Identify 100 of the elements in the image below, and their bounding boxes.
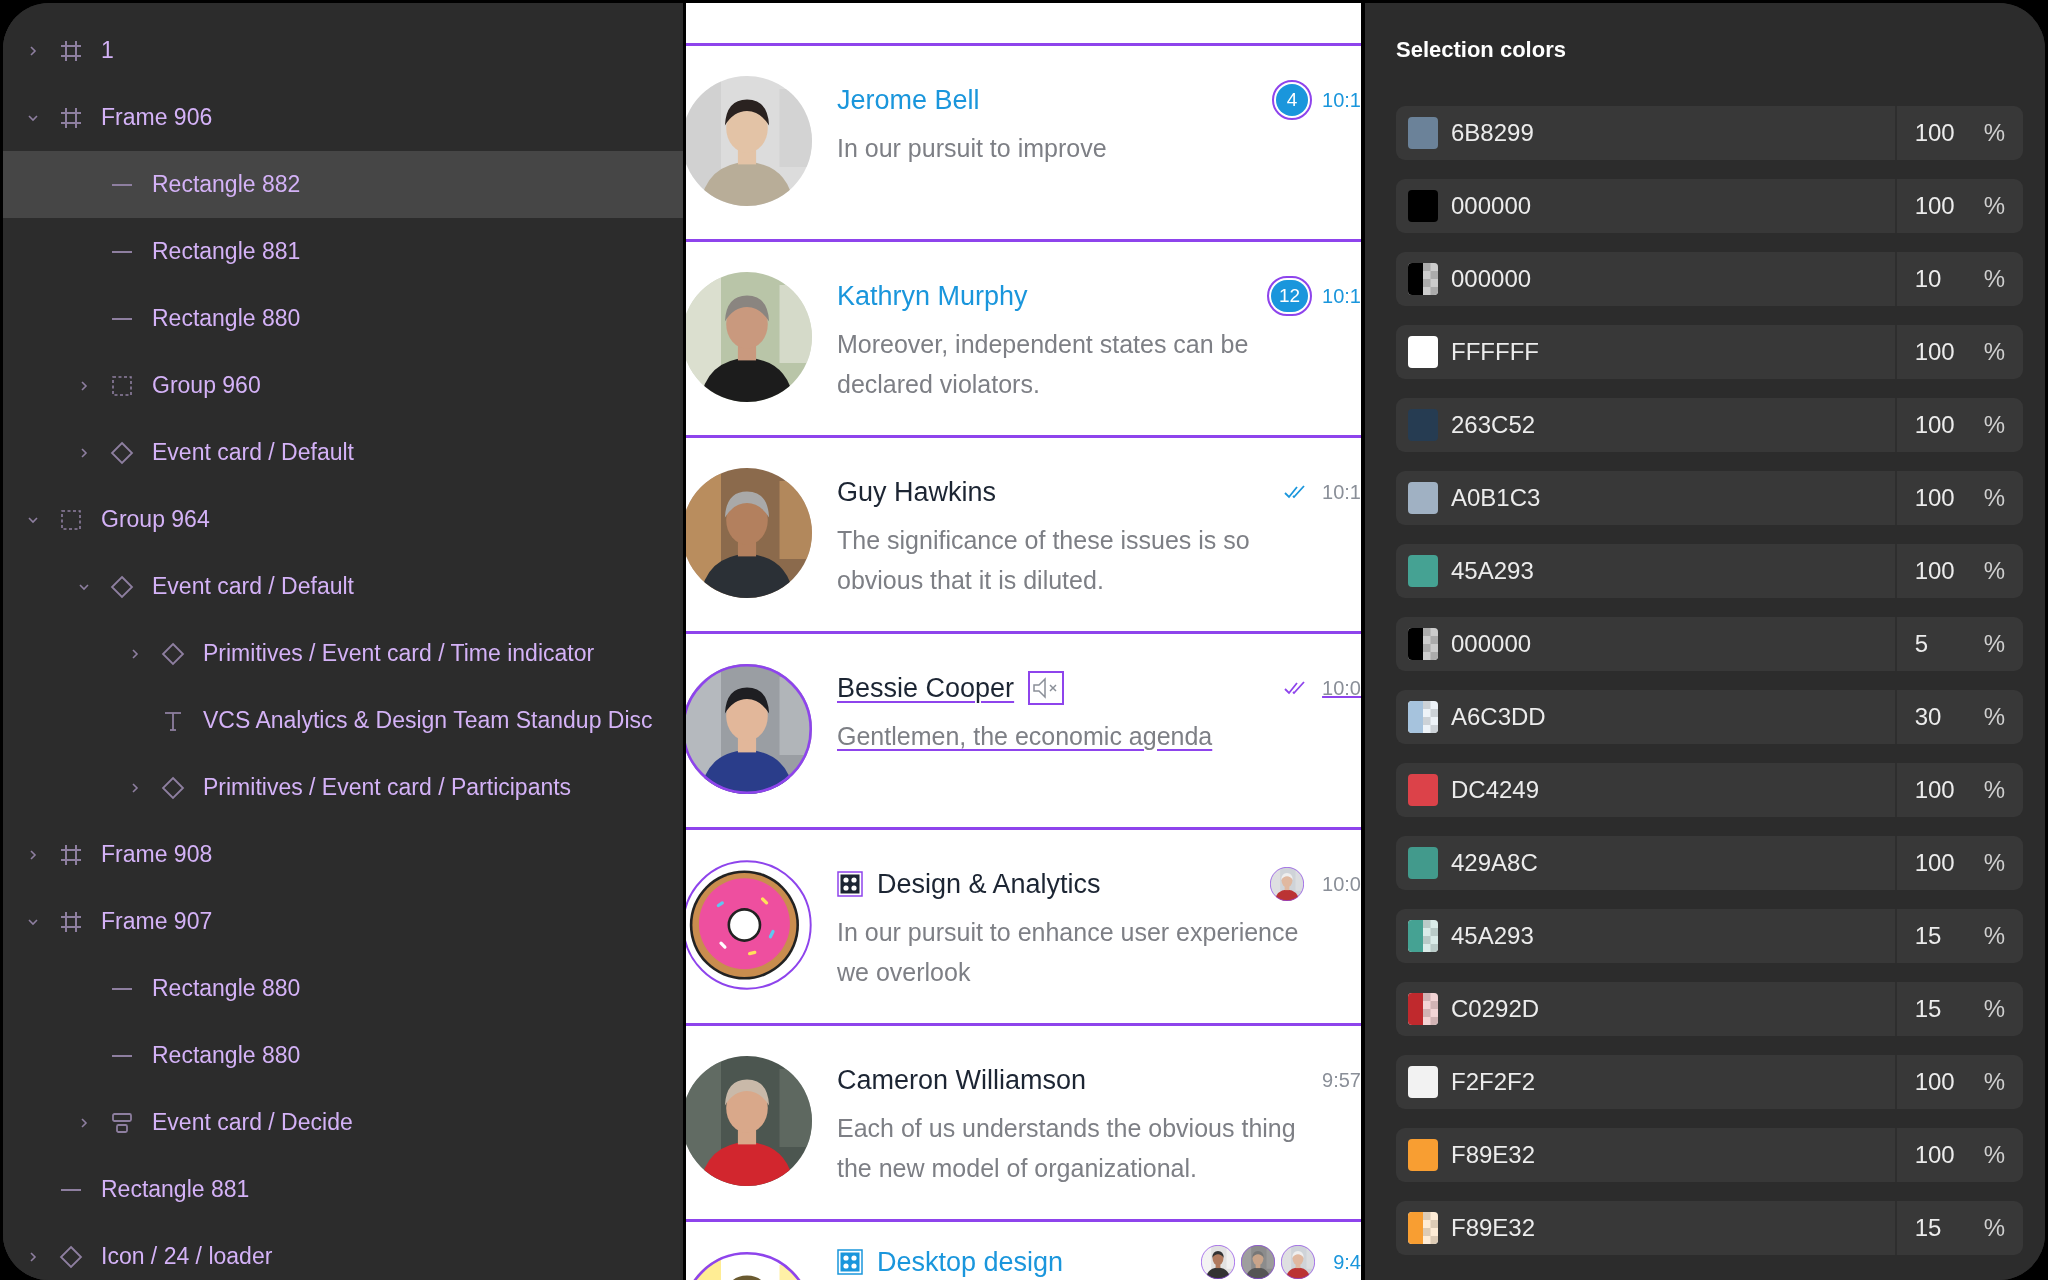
opacity-value: 5 <box>1914 629 1929 659</box>
message-time: 10:0 <box>1322 676 1361 701</box>
layer-name[interactable]: Group 964 <box>101 502 210 537</box>
line-icon <box>112 182 132 187</box>
hex-value: FFFFFF <box>1451 337 1540 367</box>
hex-value: 45A293 <box>1451 556 1535 586</box>
layer-name[interactable]: Event card / Default <box>152 569 354 604</box>
message-preview: Moreover, independent states can be declared violators. <box>837 329 1250 400</box>
message-preview: In our pursuit to enhance user experience we overlook <box>837 917 1300 988</box>
message-preview: Each of us understands the obvious thing the new model of organizational. <box>837 1113 1297 1184</box>
contact-name: Cameron Williamson <box>837 1063 1087 1097</box>
percent-sign: % <box>1983 775 2005 805</box>
layer-row[interactable]: Rectangle 882 <box>3 151 683 218</box>
color-row[interactable]: FFFFFF 100 % <box>1396 325 2023 379</box>
message-time: 9:57 <box>1322 1068 1361 1093</box>
percent-sign: % <box>1983 337 2005 367</box>
hex-value: A6C3DD <box>1451 702 1547 732</box>
color-row[interactable]: 6B8299 100 % <box>1396 106 2023 160</box>
opacity-value: 15 <box>1914 994 1943 1024</box>
hex-value: 000000 <box>1451 191 1533 221</box>
color-row[interactable]: 000000 100 % <box>1396 179 2023 233</box>
color-row[interactable]: 45A293 15 % <box>1396 909 2023 963</box>
layer-name[interactable]: Frame 906 <box>101 100 213 135</box>
contact-name: Desktop design <box>877 1245 1064 1279</box>
opacity-value: 30 <box>1914 702 1943 732</box>
message-preview: Gentlemen, the economic agenda <box>837 721 1214 752</box>
opacity-value: 15 <box>1914 921 1943 951</box>
layer-name[interactable]: Frame 907 <box>101 904 213 939</box>
layer-name[interactable]: Primitives / Event card / Time indicator <box>203 636 595 671</box>
opacity-value: 100 <box>1914 848 1956 878</box>
color-row[interactable]: 000000 5 % <box>1396 617 2023 671</box>
contact-name: Design & Analytics <box>877 867 1101 901</box>
layer-name[interactable]: Frame 908 <box>101 837 213 872</box>
opacity-value: 10 <box>1914 264 1943 294</box>
message-time: 10:0 <box>1322 872 1361 897</box>
opacity-value: 100 <box>1914 1067 1956 1097</box>
layer-name[interactable]: 1 <box>101 33 114 68</box>
color-row[interactable]: 429A8C 100 % <box>1396 836 2023 890</box>
opacity-value: 100 <box>1914 775 1956 805</box>
contact-name: Kathryn Murphy <box>837 279 1028 313</box>
frame-icon <box>59 842 83 867</box>
hex-value: 429A8C <box>1451 848 1539 878</box>
color-row[interactable]: A6C3DD 30 % <box>1396 690 2023 744</box>
hex-value: F89E32 <box>1451 1140 1537 1170</box>
percent-sign: % <box>1983 410 2005 440</box>
opacity-value: 100 <box>1914 337 1956 367</box>
color-row[interactable]: F2F2F2 100 % <box>1396 1055 2023 1109</box>
color-row[interactable]: 000000 10 % <box>1396 252 2023 306</box>
percent-sign: % <box>1983 556 2005 586</box>
color-row[interactable]: F89E32 100 % <box>1396 1128 2023 1182</box>
percent-sign: % <box>1983 994 2005 1024</box>
percent-sign: % <box>1983 118 2005 148</box>
message-time: 10:1 <box>1322 480 1361 505</box>
hex-value: 000000 <box>1451 629 1533 659</box>
message-preview: The significance of these issues is so obvious that it is diluted. <box>837 525 1251 596</box>
message-time: 9:4 <box>1333 1250 1361 1275</box>
hex-value: A0B1C3 <box>1451 483 1542 513</box>
percent-sign: % <box>1983 629 2005 659</box>
line-icon <box>112 249 132 254</box>
layer-name[interactable]: Icon / 24 / loader <box>101 1239 273 1274</box>
diamond-icon <box>59 1244 83 1269</box>
percent-sign: % <box>1983 1140 2005 1170</box>
hex-value: C0292D <box>1451 994 1541 1024</box>
line-icon <box>61 1187 81 1192</box>
dashed-square-icon <box>110 373 134 398</box>
line-icon <box>112 986 132 991</box>
hex-value: F2F2F2 <box>1451 1067 1537 1097</box>
color-row[interactable]: A0B1C3 100 % <box>1396 471 2023 525</box>
opacity-value: 100 <box>1914 410 1956 440</box>
frame-icon <box>59 38 83 63</box>
diamond-icon <box>161 775 185 800</box>
hex-value: 45A293 <box>1451 921 1535 951</box>
hex-value: F89E32 <box>1451 1213 1537 1243</box>
line-icon <box>112 1053 132 1058</box>
layer-name[interactable]: Event card / Default <box>152 435 354 470</box>
color-row[interactable]: DC4249 100 % <box>1396 763 2023 817</box>
line-icon <box>112 316 132 321</box>
message-time: 10:1 <box>1322 284 1361 309</box>
opacity-value: 100 <box>1914 1140 1956 1170</box>
color-row[interactable]: 45A293 100 % <box>1396 544 2023 598</box>
layer-name[interactable]: Event card / Decide <box>152 1105 353 1140</box>
opacity-value: 100 <box>1914 118 1956 148</box>
percent-sign: % <box>1983 921 2005 951</box>
opacity-value: 100 <box>1914 556 1956 586</box>
frame-icon <box>59 105 83 130</box>
hex-value: 000000 <box>1451 264 1533 294</box>
color-row[interactable]: C0292D 15 % <box>1396 982 2023 1036</box>
panel-title: Selection colors <box>1396 36 1567 64</box>
color-row[interactable]: 263C52 100 % <box>1396 398 2023 452</box>
color-row[interactable]: F89E32 15 % <box>1396 1201 2023 1255</box>
contact-name: Bessie Cooper <box>837 671 1015 705</box>
percent-sign: % <box>1983 191 2005 221</box>
layer-name[interactable]: Group 960 <box>152 368 261 403</box>
hex-value: DC4249 <box>1451 775 1541 805</box>
layer-name[interactable]: Primitives / Event card / Participants <box>203 770 572 805</box>
opacity-value: 100 <box>1914 483 1956 513</box>
message-time: 10:1 <box>1322 88 1361 113</box>
hex-value: 6B8299 <box>1451 118 1535 148</box>
diamond-icon <box>110 440 134 465</box>
percent-sign: % <box>1983 848 2005 878</box>
